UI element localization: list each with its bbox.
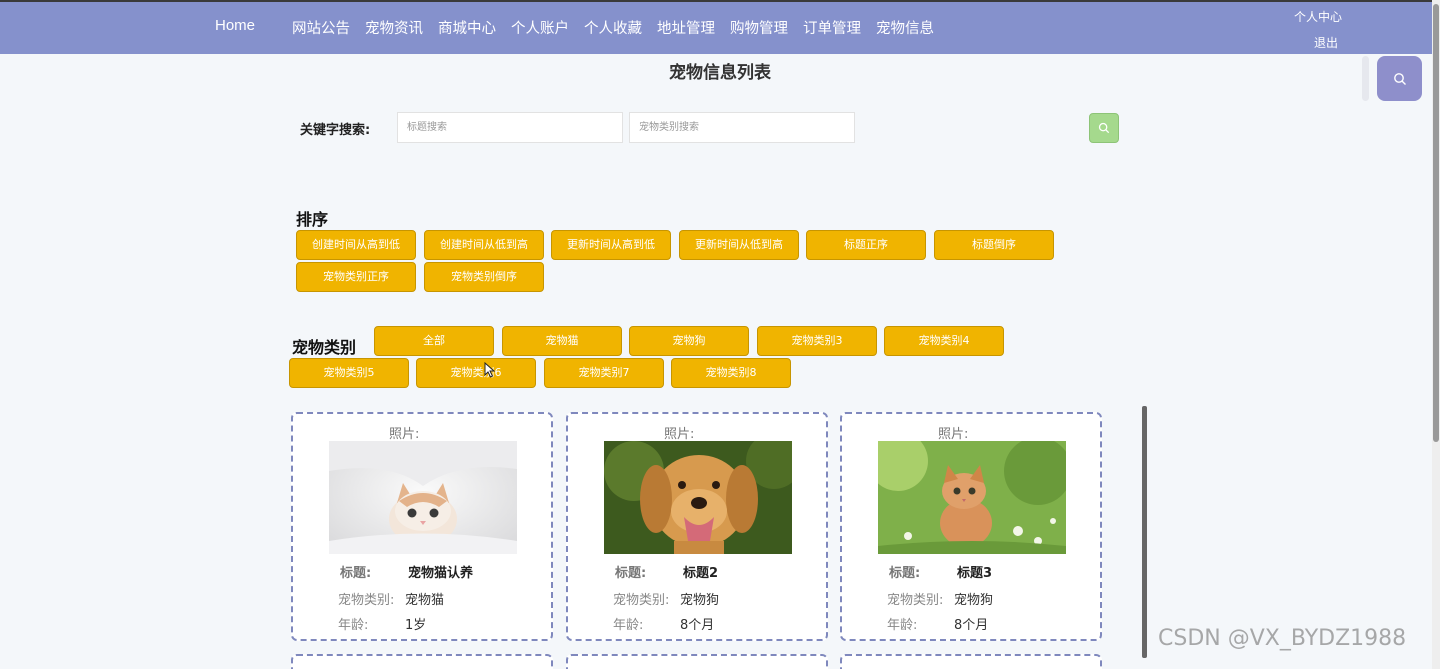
nav-user-area: 个人中心 退出: [1240, 2, 1440, 54]
pet-title: 标题2: [683, 566, 719, 581]
title-label: 标题:: [615, 566, 647, 581]
nav-item-mall[interactable]: 商城中心: [438, 17, 496, 38]
nav-item-pet-info[interactable]: 宠物信息: [876, 17, 934, 38]
pet-card[interactable]: 照片: 标题: 宠物猫认养 宠物类别: 宠物猫 年龄: 1岁: [291, 412, 553, 641]
nav-item-account[interactable]: 个人账户: [511, 17, 569, 38]
pet-category: 宠物狗: [954, 593, 994, 608]
age-label: 年龄:: [613, 618, 644, 633]
pet-age: 8个月: [954, 618, 989, 633]
category-all-button[interactable]: 全部: [374, 326, 494, 356]
sort-created-asc-button[interactable]: 创建时间从低到高: [424, 230, 544, 260]
pet-age: 1岁: [405, 618, 427, 633]
photo-label: 照片:: [389, 427, 420, 442]
photo-label: 照片:: [664, 427, 695, 442]
logout-link[interactable]: 退出: [1314, 34, 1338, 51]
category-label: 宠物类别:: [338, 593, 395, 608]
title-label: 标题:: [340, 566, 372, 581]
pet-card[interactable]: 照片: 标题: 标题3 宠物类别: 宠物狗 年龄: 8个月: [840, 412, 1102, 641]
category-3-button[interactable]: 宠物类别3: [757, 326, 877, 356]
sort-title-desc-button[interactable]: 标题倒序: [934, 230, 1054, 260]
sort-title-asc-button[interactable]: 标题正序: [806, 230, 926, 260]
nav-menu: 网站公告 宠物资讯 商城中心 个人账户 个人收藏 地址管理 购物管理 订单管理 …: [292, 17, 949, 38]
page-scrollbar-thumb[interactable]: [1433, 4, 1439, 442]
nav-item-address[interactable]: 地址管理: [657, 17, 715, 38]
pet-title: 宠物猫认养: [408, 566, 474, 581]
pet-age: 8个月: [680, 618, 715, 633]
pet-card-partial[interactable]: [566, 654, 828, 669]
sort-updated-asc-button[interactable]: 更新时间从低到高: [679, 230, 799, 260]
pet-category: 宠物猫: [405, 593, 445, 608]
category-7-button[interactable]: 宠物类别7: [544, 358, 664, 388]
pet-title: 标题3: [957, 566, 993, 581]
nav-item-pet-news[interactable]: 宠物资讯: [365, 17, 423, 38]
category-dog-button[interactable]: 宠物狗: [629, 326, 749, 356]
category-label: 宠物类别:: [887, 593, 944, 608]
keyword-search-label: 关键字搜索:: [300, 123, 371, 138]
age-label: 年龄:: [338, 618, 369, 633]
sort-category-asc-button[interactable]: 宠物类别正序: [296, 262, 416, 292]
mouse-cursor-icon: [484, 362, 496, 378]
category-5-button[interactable]: 宠物类别5: [289, 358, 409, 388]
user-center-link[interactable]: 个人中心: [1294, 8, 1342, 25]
pet-card-partial[interactable]: [291, 654, 553, 669]
nav-item-announcement[interactable]: 网站公告: [292, 17, 350, 38]
category-8-button[interactable]: 宠物类别8: [671, 358, 791, 388]
watermark: CSDN @VX_BYDZ1988: [1158, 626, 1407, 651]
pet-photo-kitten-grass[interactable]: [878, 441, 1066, 554]
search-button[interactable]: [1089, 113, 1119, 143]
category-4-button[interactable]: 宠物类别4: [884, 326, 1004, 356]
nav-item-favorites[interactable]: 个人收藏: [584, 17, 642, 38]
search-icon: [1098, 122, 1110, 134]
list-scrollbar[interactable]: [1142, 406, 1147, 658]
page-title: 宠物信息列表: [669, 63, 771, 83]
nav-item-orders[interactable]: 订单管理: [803, 17, 861, 38]
nav-item-cart[interactable]: 购物管理: [730, 17, 788, 38]
age-label: 年龄:: [887, 618, 918, 633]
pet-photo-kitten-white[interactable]: [329, 441, 517, 554]
category-6-button[interactable]: 宠物类别6: [416, 358, 536, 388]
top-nav: Home 网站公告 宠物资讯 商城中心 个人账户 个人收藏 地址管理 购物管理 …: [0, 0, 1440, 54]
sort-section-title: 排序: [296, 210, 329, 229]
nav-home-link[interactable]: Home: [215, 17, 255, 34]
category-search-input[interactable]: 宠物类别搜索: [629, 112, 855, 143]
page-scrollbar[interactable]: [1432, 0, 1440, 669]
pet-category: 宠物狗: [680, 593, 720, 608]
category-label: 宠物类别:: [613, 593, 670, 608]
title-search-input[interactable]: 标题搜索: [397, 112, 623, 143]
category-section-title: 宠物类别: [292, 338, 357, 357]
pet-card[interactable]: 照片: 标题: 标题2 宠物类别: 宠物狗 年龄: 8个月: [566, 412, 828, 641]
sort-updated-desc-button[interactable]: 更新时间从高到低: [551, 230, 671, 260]
category-cat-button[interactable]: 宠物猫: [502, 326, 622, 356]
sort-category-desc-button[interactable]: 宠物类别倒序: [424, 262, 544, 292]
pet-photo-golden-retriever[interactable]: [604, 441, 792, 554]
sort-created-desc-button[interactable]: 创建时间从高到低: [296, 230, 416, 260]
pet-card-partial[interactable]: [840, 654, 1102, 669]
photo-label: 照片:: [938, 427, 969, 442]
title-label: 标题:: [889, 566, 921, 581]
